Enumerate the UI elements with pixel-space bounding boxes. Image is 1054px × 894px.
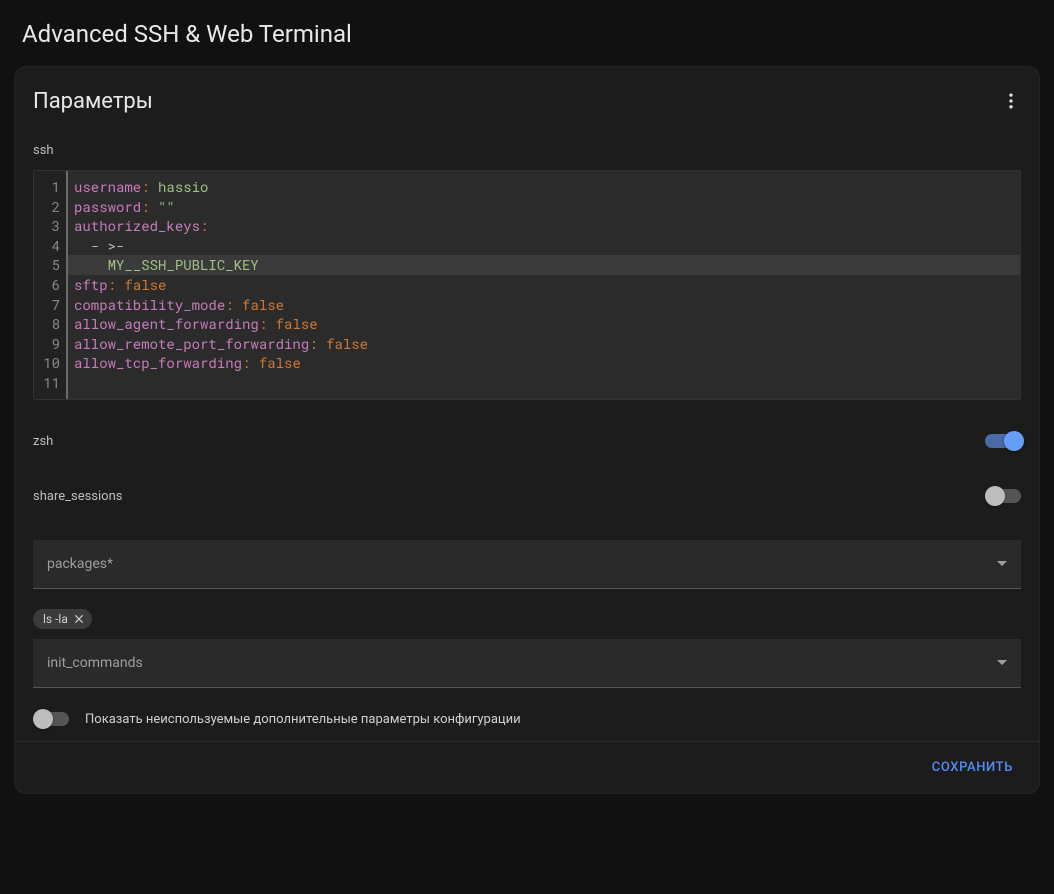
line-number: 4 — [40, 236, 60, 256]
code-line[interactable]: allow_tcp_forwarding: false — [74, 353, 1014, 373]
code-line[interactable] — [74, 373, 1014, 393]
line-number: 5 — [40, 255, 60, 275]
dots-vertical-icon — [1001, 91, 1021, 111]
share-sessions-toggle-row: share_sessions — [15, 461, 1039, 516]
code-line[interactable]: allow_remote_port_forwarding: false — [74, 334, 1014, 354]
card-footer: СОХРАНИТЬ — [15, 741, 1039, 793]
editor-gutter: 1234567891011 — [34, 171, 68, 399]
show-unused-row: Показать неиспользуемые дополнительные п… — [15, 688, 1039, 741]
zsh-label: zsh — [33, 434, 53, 449]
chip-label: ls -la — [43, 612, 68, 626]
zsh-toggle-row: zsh — [15, 400, 1039, 461]
code-line[interactable]: allow_agent_forwarding: false — [74, 314, 1014, 334]
code-line[interactable]: password: "" — [74, 197, 1014, 217]
line-number: 1 — [40, 177, 60, 197]
show-unused-label: Показать неиспользуемые дополнительные п… — [85, 712, 521, 727]
line-number: 2 — [40, 197, 60, 217]
zsh-toggle[interactable] — [985, 434, 1021, 448]
card-header: Параметры — [15, 67, 1039, 135]
init-commands-select-label: init_commands — [47, 655, 143, 671]
card-title: Параметры — [33, 89, 153, 114]
init-commands-select[interactable]: init_commands — [33, 639, 1021, 688]
ssh-yaml-editor[interactable]: 1234567891011 username: hassiopassword: … — [33, 170, 1021, 400]
page-title: Advanced SSH & Web Terminal — [0, 0, 1054, 66]
init-commands-chips: ls -la — [15, 589, 1039, 629]
save-button[interactable]: СОХРАНИТЬ — [924, 752, 1021, 783]
code-line[interactable]: compatibility_mode: false — [74, 295, 1014, 315]
line-number: 10 — [40, 353, 60, 373]
close-icon — [72, 612, 86, 626]
chip-remove-button[interactable] — [72, 612, 86, 626]
share-sessions-label: share_sessions — [33, 489, 122, 504]
share-sessions-toggle[interactable] — [985, 489, 1021, 503]
packages-select[interactable]: packages* — [33, 540, 1021, 589]
config-card: Параметры ssh 1234567891011 username: ha… — [14, 66, 1040, 794]
init-command-chip: ls -la — [33, 609, 92, 629]
line-number: 7 — [40, 295, 60, 315]
code-line[interactable]: authorized_keys: — [74, 216, 1014, 236]
line-number: 6 — [40, 275, 60, 295]
line-number: 8 — [40, 314, 60, 334]
code-line[interactable]: MY__SSH_PUBLIC_KEY — [68, 255, 1020, 275]
line-number: 11 — [40, 373, 60, 393]
chevron-down-icon — [997, 561, 1007, 566]
code-line[interactable]: username: hassio — [74, 177, 1014, 197]
chevron-down-icon — [997, 660, 1007, 665]
line-number: 3 — [40, 216, 60, 236]
code-line[interactable]: sftp: false — [74, 275, 1014, 295]
show-unused-toggle[interactable] — [33, 712, 69, 726]
card-menu-button[interactable] — [991, 81, 1031, 121]
code-line[interactable]: - >- — [74, 236, 1014, 256]
editor-code[interactable]: username: hassiopassword: ""authorized_k… — [68, 171, 1020, 399]
ssh-section-label: ssh — [15, 135, 1039, 164]
packages-select-label: packages* — [47, 556, 113, 572]
line-number: 9 — [40, 334, 60, 354]
